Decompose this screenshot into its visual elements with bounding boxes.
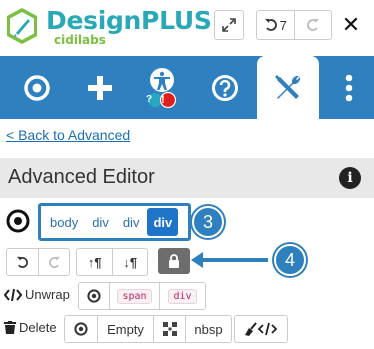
breadcrumb-body[interactable]: body: [44, 208, 84, 236]
delete-row-label: Delete: [4, 320, 57, 335]
accessibility-help-badge: ?: [145, 94, 153, 105]
section-title: Advanced Editor: [8, 166, 155, 188]
undo-button[interactable]: 7: [257, 11, 294, 39]
delete-nbsp-button[interactable]: nbsp: [185, 316, 231, 342]
code-icon: [4, 288, 22, 301]
unwrap-div-button[interactable]: div: [159, 283, 205, 309]
target-icon: [87, 289, 101, 303]
redo-button[interactable]: [293, 11, 332, 39]
unwrap-target-button[interactable]: [79, 283, 109, 309]
breadcrumb-div-2[interactable]: div: [117, 208, 146, 236]
expand-button[interactable]: [214, 10, 244, 40]
breadcrumb-div-1[interactable]: div: [86, 208, 115, 236]
main-toolbar: ? !: [0, 56, 374, 119]
back-link-label: Back to Advanced: [18, 127, 131, 143]
toolbar-accessibility-button[interactable]: [137, 56, 187, 119]
element-undo-redo-group: [6, 248, 70, 276]
breadcrumb-div-active[interactable]: div: [147, 208, 179, 236]
toolbar-more-button[interactable]: [336, 56, 362, 119]
element-target-icon[interactable]: [6, 209, 30, 233]
move-down-button[interactable]: ↓¶: [112, 249, 147, 275]
toolbar-add-button[interactable]: [75, 56, 125, 119]
target-icon: [24, 74, 50, 101]
span-tag: span: [117, 288, 152, 304]
grid-dots-icon: [162, 322, 177, 336]
unwrap-row-label: Unwrap: [4, 287, 70, 302]
undo-icon: [264, 19, 277, 31]
brand-title: DesignPLUS: [46, 6, 212, 35]
broom-code-icon: [245, 322, 278, 336]
info-icon[interactable]: i: [339, 167, 361, 189]
plus-icon: [88, 75, 112, 100]
delete-label: Delete: [19, 320, 57, 335]
expand-icon: [222, 18, 236, 32]
delete-target-button[interactable]: [65, 316, 97, 342]
clean-code-button[interactable]: [234, 315, 288, 343]
callout-arrow: [196, 258, 268, 262]
toolbar-help-button[interactable]: [200, 56, 250, 119]
lock-button[interactable]: [158, 248, 190, 274]
trash-icon: [4, 321, 16, 334]
element-breadcrumb: body div div div: [38, 203, 191, 241]
unwrap-group: span div: [78, 282, 206, 310]
wrench-screwdriver-icon: [275, 74, 301, 99]
delete-group: Empty nbsp: [64, 315, 232, 343]
brand-subtitle: cidilabs: [54, 33, 106, 47]
delete-grid-button[interactable]: [153, 316, 185, 342]
advanced-editor-header: Advanced Editor: [0, 158, 374, 198]
element-undo-button[interactable]: [7, 249, 38, 275]
redo-icon: [306, 19, 319, 31]
help-icon: [212, 74, 238, 101]
delete-empty-button[interactable]: Empty: [97, 316, 153, 342]
element-redo-button[interactable]: [38, 249, 69, 275]
div-tag: div: [168, 288, 197, 304]
target-icon: [74, 322, 88, 336]
callout-badge-4: 4: [274, 244, 306, 276]
undo-redo-group: 7: [256, 10, 332, 40]
callout-badge-3: 3: [192, 206, 224, 238]
toolbar-tools-button[interactable]: [257, 56, 319, 119]
undo-count: 7: [279, 17, 287, 33]
chevron-left-icon: <: [6, 127, 19, 143]
close-button[interactable]: ✕: [341, 13, 361, 38]
vertical-ellipsis-icon: [345, 74, 353, 101]
accessibility-alert-badge: !: [161, 94, 165, 106]
move-up-button[interactable]: ↑¶: [77, 249, 112, 275]
unwrap-label: Unwrap: [25, 287, 70, 302]
toolbar-target-button[interactable]: [12, 56, 62, 119]
undo-icon: [17, 256, 29, 268]
redo-icon: [48, 256, 60, 268]
lock-icon: [169, 254, 179, 268]
unwrap-span-button[interactable]: span: [109, 283, 159, 309]
designplus-logo: [7, 8, 37, 44]
move-paragraph-group: ↑¶ ↓¶: [76, 248, 148, 276]
back-to-advanced-link[interactable]: < Back to Advanced: [6, 127, 130, 143]
